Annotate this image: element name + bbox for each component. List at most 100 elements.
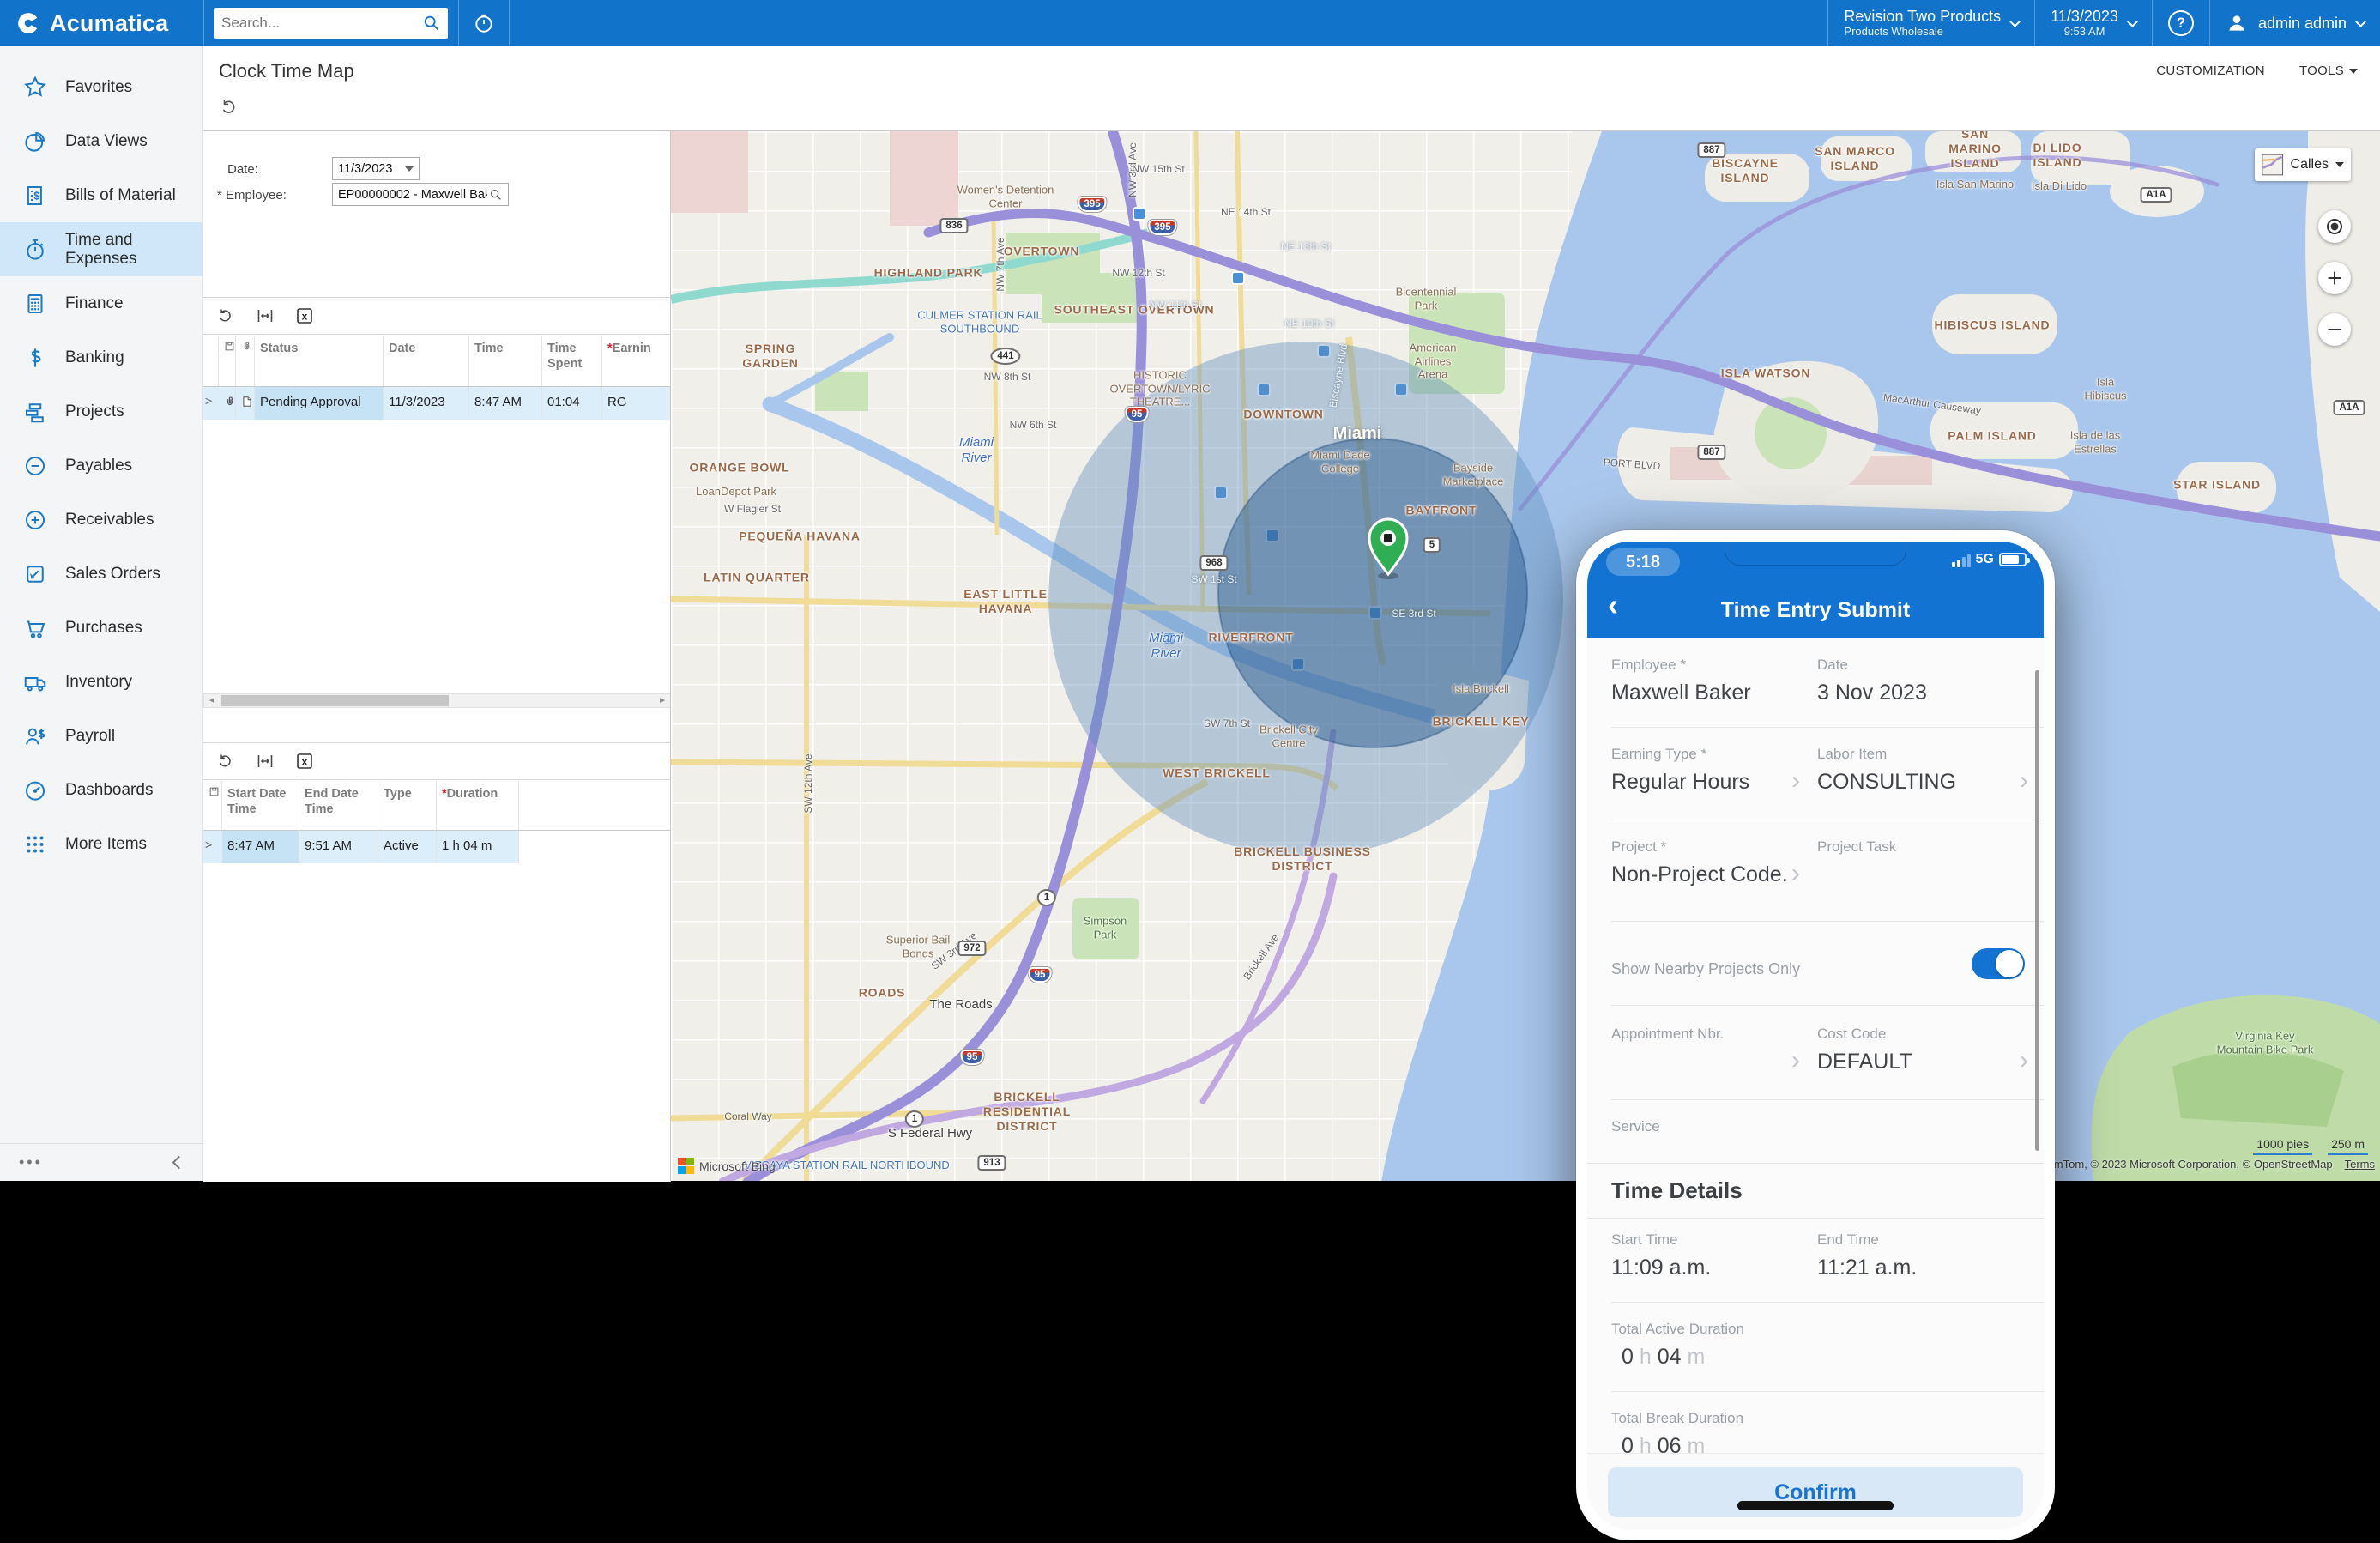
grid1-cell-time[interactable]: 8:47 AM: [469, 387, 542, 420]
help-button[interactable]: ?: [2153, 0, 2209, 46]
map-label: ROADS: [859, 986, 906, 1001]
grid2-cell-start[interactable]: 8:47 AM: [222, 831, 299, 863]
grid2-cell-type[interactable]: Active: [378, 831, 437, 863]
customization-button[interactable]: CUSTOMIZATION: [2156, 64, 2265, 78]
show-nearby-toggle[interactable]: [1972, 948, 2025, 979]
lookup-icon[interactable]: [489, 188, 503, 202]
sidebar-item-bills-of-material[interactable]: $ Bills of Material: [0, 168, 202, 222]
grid2-col-duration[interactable]: *Duration: [437, 781, 519, 830]
grid1-hscrollbar[interactable]: ◄ ►: [203, 693, 671, 708]
sidebar-item-favorites[interactable]: Favorites: [0, 60, 202, 114]
service-field[interactable]: Service: [1611, 1118, 1660, 1135]
search-input[interactable]: [214, 15, 422, 32]
scrollbar-thumb[interactable]: [221, 695, 449, 706]
refresh-icon[interactable]: [217, 307, 234, 324]
save-icon: [224, 341, 235, 352]
terms-link[interactable]: Terms: [2345, 1158, 2375, 1171]
user-menu[interactable]: admin admin: [2210, 0, 2380, 46]
grid2-cell-duration[interactable]: 1 h 04 m: [437, 831, 519, 863]
sidebar-item-payables[interactable]: Payables: [0, 439, 202, 493]
grid2-col-start[interactable]: Start Date Time: [222, 781, 299, 830]
earning-type-field[interactable]: Earning Type * Regular Hours: [1611, 746, 1749, 795]
grid2-header: Start Date Time End Date Time Type *Dura…: [203, 781, 670, 831]
sidebar-item-data-views[interactable]: Data Views: [0, 114, 202, 168]
sidebar-item-label: Banking: [65, 348, 124, 367]
grid2-col-end[interactable]: End Date Time: [299, 781, 378, 830]
more-options-icon[interactable]: •••: [19, 1153, 43, 1171]
grid1-cell-spent[interactable]: 01:04: [542, 387, 602, 420]
map-label: DOWNTOWN: [1243, 408, 1323, 422]
grid1-col-date[interactable]: Date: [384, 336, 469, 386]
project-field[interactable]: Project * Non-Project Code.: [1611, 838, 1788, 887]
company-selector[interactable]: Revision Two Products Products Wholesale: [1828, 0, 2034, 46]
sidebar-item-label: Receivables: [65, 511, 154, 529]
grid1-col-status[interactable]: Status: [255, 336, 384, 386]
collapse-sidebar-icon[interactable]: [172, 1156, 186, 1170]
phone-scrollbar[interactable]: [2035, 670, 2039, 1151]
project-task-field[interactable]: Project Task: [1817, 838, 1896, 856]
grid2-cell-end[interactable]: 9:51 AM: [299, 831, 378, 863]
date-field[interactable]: 11/3/2023: [332, 157, 420, 180]
zoom-out-button[interactable]: [2318, 313, 2351, 346]
sidebar-item-receivables[interactable]: Receivables: [0, 493, 202, 547]
search-icon[interactable]: [422, 14, 441, 33]
labor-item-field[interactable]: Labor Item CONSULTING: [1817, 746, 1956, 795]
map-style-selector[interactable]: Calles: [2255, 148, 2351, 181]
employee-field[interactable]: Employee * Maxwell Baker: [1611, 657, 1751, 705]
business-date-selector[interactable]: 11/3/2023 9:53 AM: [2035, 0, 2152, 46]
note-icon[interactable]: [241, 396, 253, 408]
chevron-down-icon: [2009, 16, 2021, 27]
grid1-cell-earning[interactable]: RG: [602, 387, 671, 420]
acumatica-logo[interactable]: Acumatica: [0, 10, 203, 37]
row-expand-icon[interactable]: >: [205, 838, 212, 851]
locate-me-button[interactable]: [2318, 210, 2351, 243]
grid1-cell-status[interactable]: Pending Approval: [255, 387, 384, 420]
tools-button[interactable]: TOOLS: [2299, 64, 2358, 78]
fit-width-icon[interactable]: [257, 753, 274, 770]
sidebar-item-payroll[interactable]: Payroll: [0, 709, 202, 763]
end-time-field[interactable]: End Time 11:21 a.m.: [1817, 1231, 1917, 1280]
paperclip-icon[interactable]: [224, 396, 236, 408]
grid1-cell-date[interactable]: 11/3/2023: [384, 387, 469, 420]
refresh-icon[interactable]: [217, 753, 234, 770]
employee-field[interactable]: EP00000002 - Maxwell Bake: [332, 183, 509, 206]
appointment-field[interactable]: Appointment Nbr.: [1611, 1026, 1724, 1043]
sidebar-item-more-items[interactable]: More Items: [0, 817, 202, 871]
cost-code-field[interactable]: Cost Code DEFAULT: [1817, 1026, 1912, 1074]
scroll-left-icon[interactable]: ◄: [208, 696, 216, 705]
grid1-row[interactable]: > Pending Approval 11/3/2023 8:47 AM 01:…: [203, 387, 670, 420]
sidebar-item-inventory[interactable]: Inventory: [0, 655, 202, 709]
row-expand-icon[interactable]: >: [205, 394, 212, 408]
sidebar-item-purchases[interactable]: Purchases: [0, 601, 202, 655]
route-shield: 395: [1078, 197, 1106, 212]
sidebar-item-dashboards[interactable]: Dashboards: [0, 763, 202, 817]
grid1-col-time[interactable]: Time: [469, 336, 542, 386]
sidebar-item-label: Purchases: [65, 619, 142, 638]
back-icon[interactable]: ‹: [1608, 590, 1618, 620]
zoom-in-button[interactable]: [2318, 262, 2351, 294]
sidebar-item-banking[interactable]: Banking: [0, 330, 202, 384]
grid1-col-earning[interactable]: *Earnin: [602, 336, 671, 386]
grid2-row[interactable]: > 8:47 AM 9:51 AM Active 1 h 04 m: [203, 831, 670, 863]
sidebar-item-finance[interactable]: Finance: [0, 276, 202, 330]
map-canvas[interactable]: HIGHLAND PARKOVERTOWNSOUTHEAST OVERTOWNS…: [671, 131, 2380, 1181]
date-field[interactable]: Date 3 Nov 2023: [1817, 657, 1927, 705]
start-time-field[interactable]: Start Time 11:09 a.m.: [1611, 1231, 1711, 1280]
gauge-icon: [22, 778, 48, 803]
route-shield: 836: [939, 218, 968, 233]
fit-width-icon[interactable]: [257, 307, 274, 324]
route-shield: A1A: [2333, 400, 2365, 415]
export-excel-icon[interactable]: x: [296, 307, 313, 324]
grid1-col-spent[interactable]: Time Spent: [542, 336, 602, 386]
undo-button[interactable]: [219, 98, 238, 121]
grid2-col-type[interactable]: Type: [378, 781, 437, 830]
scroll-right-icon[interactable]: ►: [658, 696, 667, 705]
sidebar-item-time-and-expenses[interactable]: Time and Expenses: [0, 222, 202, 276]
global-search[interactable]: [214, 8, 448, 39]
sidebar-item-projects[interactable]: Projects: [0, 384, 202, 439]
time-clock-icon[interactable]: [459, 0, 509, 46]
chevron-down-icon[interactable]: [405, 166, 414, 172]
sidebar-item-sales-orders[interactable]: Sales Orders: [0, 547, 202, 601]
microsoft-logo-icon: [678, 1158, 694, 1174]
export-excel-icon[interactable]: x: [296, 753, 313, 770]
